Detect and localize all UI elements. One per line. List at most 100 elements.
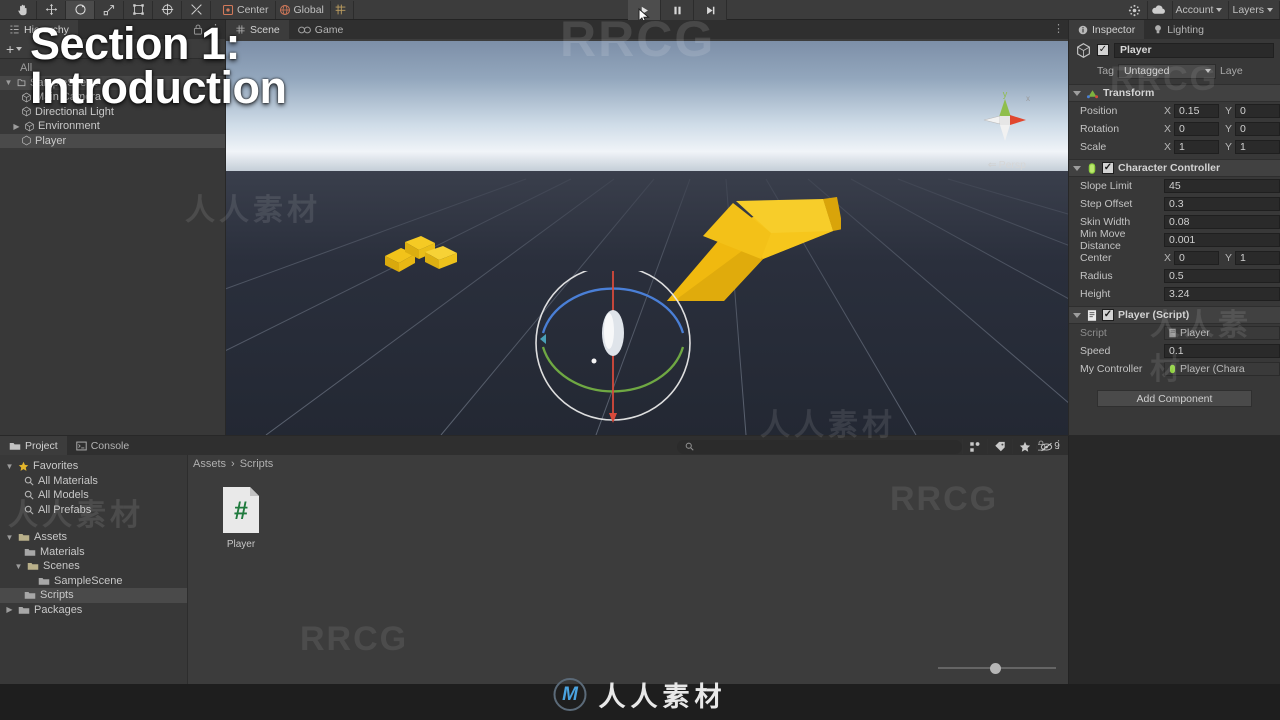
project-tree-item-all-prefabs[interactable]: All Prefabs	[0, 503, 187, 518]
hierarchy-item-label: SampleScene	[30, 76, 99, 89]
height-field[interactable]: 3.24	[1164, 287, 1280, 301]
component-enabled-checkbox[interactable]: ✓	[1102, 309, 1114, 321]
filter-favorites-button[interactable]	[1012, 439, 1037, 454]
asset-zoom-slider[interactable]	[938, 662, 1056, 674]
asset-item-player[interactable]: # Player	[210, 486, 272, 550]
foldout-icon[interactable]: ▶	[5, 605, 14, 614]
script-object-field[interactable]: Player	[1164, 326, 1280, 340]
kebab-menu-icon[interactable]: ⋮	[210, 77, 220, 88]
component-header-character-controller[interactable]: ✓ Character Controller	[1069, 159, 1280, 177]
tab-hierarchy[interactable]: Hierarchy	[0, 20, 78, 39]
cloud-button[interactable]	[1147, 1, 1173, 19]
hierarchy-item-directional-light[interactable]: Directional Light	[0, 105, 225, 120]
tag-dropdown[interactable]: Untagged	[1117, 63, 1216, 79]
project-asset-browser[interactable]: Assets › Scripts # Player	[188, 455, 1068, 684]
scale-tool-button[interactable]	[95, 0, 124, 19]
add-component-button[interactable]: Add Component	[1097, 390, 1252, 407]
foldout-icon[interactable]: ▼	[5, 462, 14, 471]
project-tree-item-assets[interactable]: ▼ Assets	[0, 530, 187, 545]
pause-button[interactable]	[661, 0, 694, 20]
foldout-icon[interactable]: ▶	[12, 122, 21, 131]
projection-mode-label[interactable]: ⇐ Persp	[988, 159, 1026, 171]
chevron-down-icon[interactable]	[16, 46, 23, 51]
step-button[interactable]	[694, 0, 727, 20]
play-button[interactable]	[628, 0, 661, 20]
foldout-icon[interactable]	[1073, 90, 1081, 96]
project-tree-item-materials[interactable]: Materials	[0, 545, 187, 560]
component-header-transform[interactable]: Transform	[1069, 84, 1280, 102]
hierarchy-item-player[interactable]: Player	[0, 133, 225, 148]
breadcrumb-separator: ›	[231, 457, 235, 470]
object-enabled-checkbox[interactable]: ✓	[1097, 44, 1109, 56]
step-offset-field[interactable]: 0.3	[1164, 197, 1280, 211]
custom-tool-button[interactable]	[182, 0, 211, 19]
layers-dropdown[interactable]: Layers	[1229, 1, 1280, 19]
tab-inspector[interactable]: Inspector	[1069, 20, 1145, 39]
tab-console[interactable]: Console	[66, 436, 139, 455]
slider-knob[interactable]	[990, 662, 1001, 674]
collab-button[interactable]	[1124, 1, 1148, 19]
tab-lighting[interactable]: Lighting	[1144, 20, 1213, 39]
pivot-rotation-button[interactable]: Global	[275, 0, 331, 19]
breadcrumb-scripts[interactable]: Scripts	[240, 458, 274, 470]
position-y-field[interactable]: 0	[1235, 104, 1280, 118]
prop-step-offset: Step Offset 0.3	[1069, 195, 1280, 213]
project-tree-item-scripts[interactable]: Scripts	[0, 588, 187, 603]
filter-by-type-button[interactable]	[962, 439, 987, 454]
rect-tool-button[interactable]	[124, 0, 153, 19]
foldout-icon[interactable]: ▼	[5, 533, 14, 542]
rotation-x-field[interactable]: 0	[1174, 122, 1219, 136]
tab-project[interactable]: Project	[0, 436, 67, 455]
move-tool-button[interactable]	[37, 0, 66, 19]
foldout-icon[interactable]	[1073, 312, 1081, 318]
scene-viewport[interactable]: y x ⇐ Persp	[226, 41, 1068, 435]
my-controller-object-field[interactable]: Player (Chara	[1164, 362, 1280, 376]
breadcrumb-assets[interactable]: Assets	[193, 458, 226, 470]
hierarchy-item-samplescene[interactable]: ▼ SampleScene ⋮	[0, 75, 225, 90]
center-x-field[interactable]: 0	[1174, 251, 1219, 265]
position-x-field[interactable]: 0.15	[1174, 104, 1219, 118]
component-header-player-script[interactable]: ✓ Player (Script)	[1069, 306, 1280, 324]
component-enabled-checkbox[interactable]: ✓	[1102, 162, 1114, 174]
pivot-mode-button[interactable]: Center	[219, 0, 276, 19]
hierarchy-item-main-camera[interactable]: Main Camera	[0, 90, 225, 105]
skin-width-field[interactable]: 0.08	[1164, 215, 1280, 229]
project-tree-item-packages[interactable]: ▶ Packages	[0, 603, 187, 618]
hierarchy-search-row[interactable]: All	[0, 61, 225, 76]
lock-icon[interactable]	[193, 24, 203, 35]
project-search-input[interactable]	[677, 439, 962, 454]
kebab-menu-icon[interactable]: ⋮	[210, 24, 221, 34]
foldout-icon[interactable]: ▼	[4, 78, 13, 87]
project-tree-item-all-models[interactable]: All Models	[0, 488, 187, 503]
project-tree-item-favorites[interactable]: ▼ Favorites	[0, 459, 187, 474]
account-dropdown[interactable]: Account	[1172, 1, 1230, 19]
scale-y-field[interactable]: 1	[1235, 140, 1280, 154]
rotation-y-field[interactable]: 0	[1235, 122, 1280, 136]
filter-by-label-button[interactable]	[987, 439, 1012, 454]
project-tree-item-scenes[interactable]: ▼ Scenes	[0, 559, 187, 574]
scale-x-field[interactable]: 1	[1174, 140, 1219, 154]
speed-field[interactable]: 0.1	[1164, 344, 1280, 358]
center-y-field[interactable]: 1	[1235, 251, 1280, 265]
yellow-cubes-group[interactable]	[381, 226, 471, 276]
foldout-icon[interactable]	[1073, 165, 1081, 171]
scene-view-gizmo[interactable]: y x	[974, 89, 1036, 151]
player-rotation-gizmo[interactable]	[526, 271, 706, 431]
project-tree-item-all-materials[interactable]: All Materials	[0, 474, 187, 489]
project-tree-item-samplescene[interactable]: SampleScene	[0, 574, 187, 589]
kebab-menu-icon[interactable]: ⋮	[1053, 24, 1064, 34]
tab-game[interactable]: Game	[288, 20, 353, 39]
grid-snap-button[interactable]	[330, 0, 354, 19]
min-move-distance-field[interactable]: 0.001	[1164, 233, 1280, 247]
filter-hidden-button[interactable]: 9	[1037, 439, 1062, 454]
rotate-tool-button[interactable]	[66, 0, 95, 19]
hierarchy-item-environment[interactable]: ▶ Environment	[0, 119, 225, 134]
slope-limit-field[interactable]: 45	[1164, 179, 1280, 193]
radius-field[interactable]: 0.5	[1164, 269, 1280, 283]
hand-tool-button[interactable]	[8, 0, 37, 19]
object-name-field[interactable]: Player	[1114, 42, 1274, 58]
tab-scene[interactable]: Scene	[226, 20, 289, 39]
foldout-icon[interactable]: ▼	[14, 562, 23, 571]
transform-tool-button[interactable]	[153, 0, 182, 19]
add-gameobject-button[interactable]: +	[6, 42, 14, 56]
